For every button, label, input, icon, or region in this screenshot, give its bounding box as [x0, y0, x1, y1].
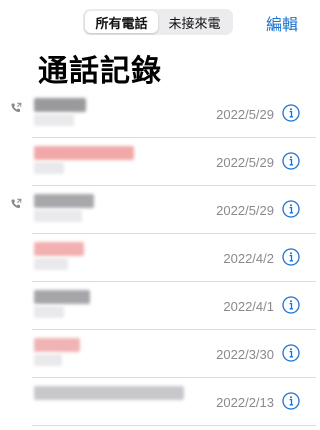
- call-filter-segmented-control: 所有電話 未接來電: [83, 9, 233, 35]
- contact-name-redacted: [34, 98, 86, 112]
- page-title: 通話記錄: [38, 55, 162, 88]
- call-date: 2022/4/1: [223, 299, 274, 314]
- call-type-redacted: [34, 114, 74, 126]
- call-row[interactable]: 2022/4/1: [0, 282, 316, 330]
- call-type-redacted: [34, 258, 68, 270]
- call-type-redacted: [34, 162, 64, 174]
- info-icon[interactable]: [282, 248, 300, 266]
- contact-name-redacted: [34, 194, 94, 208]
- contact-name-redacted: [34, 146, 134, 160]
- contact-name-redacted: [34, 290, 90, 304]
- outgoing-call-icon: [11, 102, 22, 112]
- contact-name-redacted: [34, 338, 80, 352]
- row-divider: [32, 425, 316, 426]
- info-icon[interactable]: [282, 344, 300, 362]
- top-bar: 所有電話 未接來電 編輯: [0, 0, 316, 42]
- info-icon[interactable]: [282, 152, 300, 170]
- call-date: 2022/4/2: [223, 251, 274, 266]
- call-history-screen: 所有電話 未接來電 編輯 通話記錄 2022/5/29 2022/5/29 2022…: [0, 0, 316, 430]
- tab-all-calls[interactable]: 所有電話: [85, 11, 158, 33]
- info-icon[interactable]: [282, 392, 300, 410]
- tab-missed-calls[interactable]: 未接來電: [158, 11, 231, 33]
- call-row[interactable]: 2022/5/29: [0, 186, 316, 234]
- call-type-redacted: [34, 354, 62, 366]
- call-date: 2022/2/13: [216, 395, 274, 410]
- call-date: 2022/5/29: [216, 203, 274, 218]
- contact-name-redacted: [34, 386, 184, 400]
- edit-button[interactable]: 編輯: [266, 11, 298, 35]
- call-row[interactable]: 2022/2/13: [0, 378, 316, 426]
- call-list: 2022/5/29 2022/5/29 2022/5/29 2022/4/2 2022/…: [0, 90, 316, 426]
- call-row[interactable]: 2022/4/2: [0, 234, 316, 282]
- info-icon[interactable]: [282, 296, 300, 314]
- call-date: 2022/5/29: [216, 155, 274, 170]
- call-date: 2022/5/29: [216, 107, 274, 122]
- call-row[interactable]: 2022/3/30: [0, 330, 316, 378]
- info-icon[interactable]: [282, 104, 300, 122]
- call-row[interactable]: 2022/5/29: [0, 138, 316, 186]
- call-date: 2022/3/30: [216, 347, 274, 362]
- outgoing-call-icon: [11, 198, 22, 208]
- info-icon[interactable]: [282, 200, 300, 218]
- call-row[interactable]: 2022/5/29: [0, 90, 316, 138]
- call-type-redacted: [34, 306, 64, 318]
- contact-name-redacted: [34, 242, 84, 256]
- call-type-redacted: [34, 210, 82, 222]
